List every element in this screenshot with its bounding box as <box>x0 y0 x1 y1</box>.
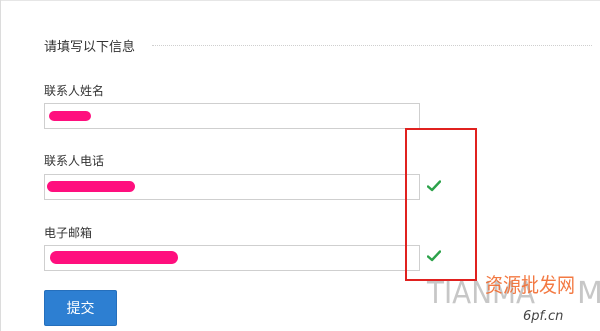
email-label: 电子邮箱 <box>44 226 93 240</box>
contact-form-page: 请填写以下信息 联系人姓名 联系人电话 电子邮箱 提交 TIANMA M 资源批… <box>0 0 600 331</box>
section-title: 请填写以下信息 <box>44 40 136 55</box>
submit-button[interactable]: 提交 <box>44 290 117 326</box>
top-border <box>0 0 600 1</box>
contact-name-label: 联系人姓名 <box>44 84 105 98</box>
left-border <box>0 0 1 331</box>
validation-highlight-box <box>405 128 477 281</box>
watermark-url: 6pf.cn <box>523 309 563 324</box>
redaction-mark <box>50 251 178 264</box>
watermark-latin-end: M <box>577 276 600 311</box>
redaction-mark <box>49 111 91 121</box>
watermark-logo: TIANMA M 资源批发网 6pf.cn <box>426 273 600 324</box>
section-divider <box>152 45 592 46</box>
watermark-cn: 资源批发网 <box>485 273 575 297</box>
redaction-mark <box>47 181 135 192</box>
contact-phone-label: 联系人电话 <box>44 154 105 168</box>
contact-name-input[interactable] <box>44 103 420 129</box>
